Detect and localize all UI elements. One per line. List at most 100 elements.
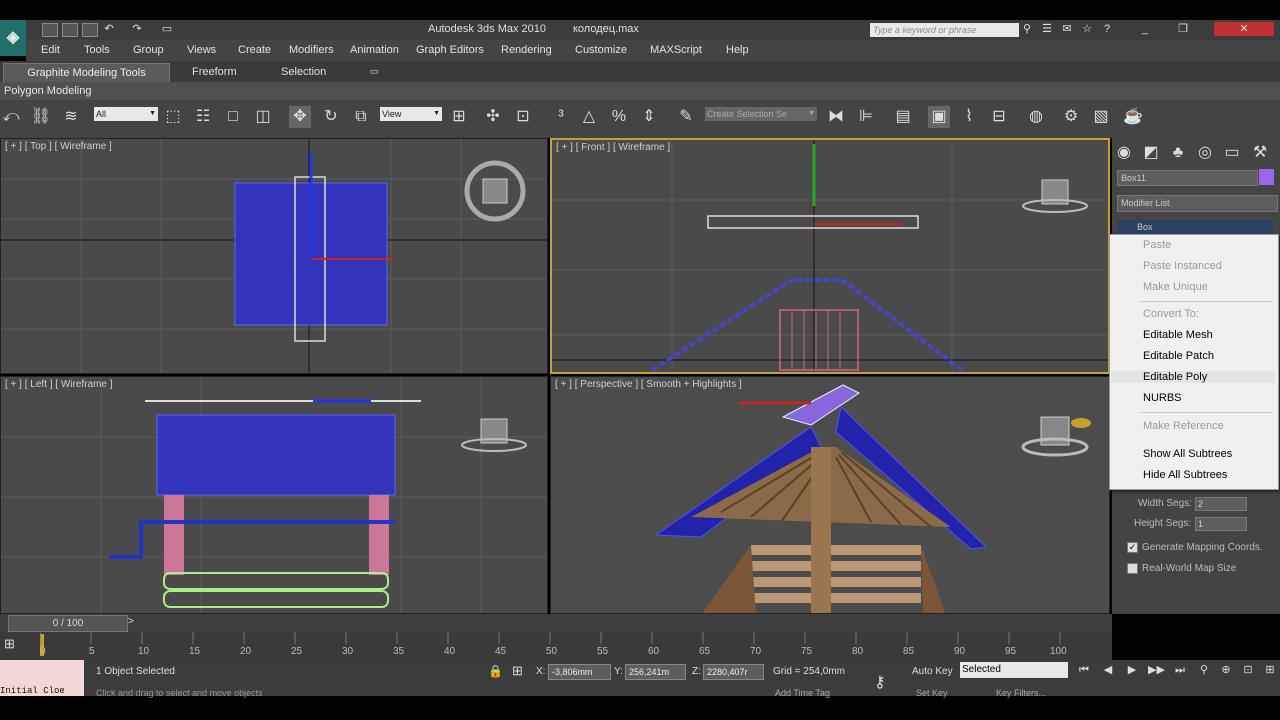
search-input[interactable]: Type a keyword or phrase (870, 23, 1019, 37)
subscription-icon[interactable]: ☰ (1040, 22, 1054, 36)
modifier-list-dropdown[interactable]: Modifier List (1117, 195, 1278, 212)
next-frame-playback-icon[interactable]: ▶▶ (1148, 663, 1165, 677)
viewport-label-left[interactable]: [ + ] [ Left ] [ Wireframe ] (5, 379, 113, 390)
add-time-tag-button[interactable]: Add Time Tag (775, 688, 830, 698)
motion-panel-icon[interactable]: ◎ (1195, 143, 1215, 163)
time-slider[interactable] (0, 614, 1112, 632)
reference-coordinate-dropdown[interactable]: View (380, 107, 442, 121)
go-to-start-icon[interactable]: ⏮ (1076, 663, 1092, 677)
menu-tools[interactable]: Tools (84, 44, 110, 56)
viewport-label-perspective[interactable]: [ + ] [ Perspective ] [ Smooth + Highlig… (555, 379, 742, 390)
layer-manager-icon[interactable]: ▤ (892, 106, 914, 128)
project-folder-icon[interactable]: ▭ (160, 22, 174, 36)
hierarchy-panel-icon[interactable]: ♣ (1168, 143, 1188, 163)
object-name-field[interactable]: Box11 (1117, 170, 1258, 186)
save-file-icon[interactable] (82, 23, 98, 37)
menu-modifiers[interactable]: Modifiers (289, 44, 334, 56)
named-selection-dropdown[interactable]: Create Selection Se (705, 107, 817, 121)
menu-rendering[interactable]: Rendering (501, 44, 552, 56)
material-editor-icon[interactable]: ◍ (1025, 106, 1047, 128)
generate-mapping-checkbox[interactable]: ✓ (1127, 542, 1138, 553)
time-slider-thumb[interactable]: 0 / 100 (8, 615, 128, 632)
viewport-front[interactable]: [ + ] [ Front ] [ Wireframe ] (550, 138, 1110, 374)
menu-views[interactable]: Views (187, 44, 216, 56)
menu-help[interactable]: Help (726, 44, 749, 56)
percent-snap-icon[interactable]: % (608, 106, 630, 128)
selection-filter-dropdown[interactable]: All (94, 107, 158, 121)
auto-key-button[interactable]: Auto Key (912, 666, 953, 677)
mini-curve-editor-icon[interactable]: ⊞ (4, 636, 15, 652)
next-frame-icon[interactable]: > (128, 616, 134, 627)
width-segs-spinner[interactable]: 2 (1195, 497, 1247, 511)
viewport-top[interactable]: [ + ] [ Top ] [ Wireframe ] (0, 138, 548, 374)
pivot-center-icon[interactable]: ⊞ (448, 106, 470, 128)
search-icon[interactable]: ⚲ (1020, 22, 1034, 36)
select-manipulate-icon[interactable]: ✣ (482, 106, 504, 128)
selection-lock-icon[interactable]: 🔒 (488, 664, 503, 678)
spinner-snap-icon[interactable]: ⇕ (638, 106, 660, 128)
viewport-perspective[interactable]: [ + ] [ Perspective ] [ Smooth + Highlig… (550, 376, 1110, 614)
link-icon[interactable]: ⛓ (30, 106, 52, 128)
modify-panel-icon[interactable]: ◩ (1141, 143, 1161, 163)
go-to-end-icon[interactable]: ⏭ (1172, 663, 1188, 677)
zoom-extents-icon[interactable]: ⊡ (1240, 663, 1256, 677)
zoom-extents-all-icon[interactable]: ⊞ (1262, 663, 1278, 677)
snaps-toggle-icon[interactable]: ³ (550, 106, 572, 128)
mirror-icon[interactable]: ⧓ (825, 106, 847, 128)
set-key-icon[interactable]: ⚷ (874, 672, 886, 692)
menu-customize[interactable]: Customize (575, 44, 627, 56)
menu-item-make-reference[interactable]: Make Reference (1143, 420, 1224, 432)
restore-icon[interactable]: ❐ (1176, 22, 1190, 36)
menu-item-show-all-subtrees[interactable]: Show All Subtrees (1143, 448, 1232, 460)
y-coordinate-field[interactable]: 256,241m (625, 664, 686, 680)
utilities-panel-icon[interactable]: ⚒ (1250, 143, 1270, 163)
menu-maxscript[interactable]: MAXScript (650, 44, 702, 56)
communication-icon[interactable]: ✉ (1060, 22, 1074, 36)
select-by-name-icon[interactable]: ☷ (192, 106, 214, 128)
menu-graph-editors[interactable]: Graph Editors (416, 44, 484, 56)
object-color-swatch[interactable] (1259, 169, 1274, 185)
menu-item-paste-instanced[interactable]: Paste Instanced (1143, 260, 1222, 272)
tab-graphite-modeling-tools[interactable]: Graphite Modeling Tools (3, 63, 170, 83)
help-icon[interactable]: ? (1100, 22, 1114, 36)
menu-item-nurbs[interactable]: NURBS (1143, 392, 1182, 404)
align-icon[interactable]: ⊫ (855, 106, 877, 128)
window-crossing-icon[interactable]: ◫ (252, 106, 274, 128)
close-icon[interactable]: ✕ (1214, 22, 1274, 36)
select-object-icon[interactable]: ⬚ (162, 106, 184, 128)
curve-editor-icon[interactable]: ⌇ (958, 106, 980, 128)
menu-edit[interactable]: Edit (41, 44, 60, 56)
schematic-view-icon[interactable]: ⊟ (988, 106, 1010, 128)
viewport-left[interactable]: [ + ] [ Left ] [ Wireframe ] (0, 376, 548, 614)
favorites-icon[interactable]: ☆ (1080, 22, 1094, 36)
key-filters-button[interactable]: Key Filters... (996, 688, 1046, 698)
ribbon-minimize-icon[interactable]: ▭ (370, 66, 379, 77)
zoom-icon[interactable]: ⚲ (1196, 663, 1212, 677)
select-scale-icon[interactable]: ⧉ (350, 106, 372, 128)
graphite-toggle-icon[interactable]: ▣ (928, 106, 950, 128)
menu-item-make-unique[interactable]: Make Unique (1143, 281, 1208, 293)
menu-item-paste[interactable]: Paste (1143, 239, 1171, 251)
height-segs-spinner[interactable]: 1 (1195, 517, 1247, 531)
play-icon[interactable]: ▶ (1124, 663, 1140, 677)
menu-create[interactable]: Create (238, 44, 271, 56)
menu-item-hide-all-subtrees[interactable]: Hide All Subtrees (1143, 469, 1227, 481)
x-coordinate-field[interactable]: -3,806mm (548, 664, 611, 680)
panel-polygon-modeling[interactable]: Polygon Modeling (4, 85, 91, 97)
previous-frame-icon[interactable]: ◀ (1100, 663, 1116, 677)
real-world-map-checkbox[interactable] (1127, 563, 1138, 574)
undo-icon[interactable]: ↶ (102, 22, 116, 36)
z-coordinate-field[interactable]: 2280,407r (703, 664, 764, 680)
maxscript-listener-text[interactable]: Initial Cloe (0, 686, 65, 696)
app-menu-button[interactable]: ◈ (0, 20, 26, 56)
menu-animation[interactable]: Animation (350, 44, 399, 56)
minimize-icon[interactable]: _ (1138, 22, 1152, 36)
select-rotate-icon[interactable]: ↻ (320, 106, 342, 128)
viewport-label-front[interactable]: [ + ] [ Front ] [ Wireframe ] (556, 142, 670, 153)
zoom-all-icon[interactable]: ⊕ (1218, 663, 1234, 677)
absolute-mode-icon[interactable]: ⊞ (512, 663, 523, 679)
menu-item-editable-poly[interactable]: Editable Poly (1111, 371, 1275, 383)
rendered-frame-window-icon[interactable]: ▧ (1090, 106, 1112, 128)
new-file-icon[interactable] (42, 23, 58, 37)
keyboard-shortcut-override-icon[interactable]: ⊡ (512, 106, 534, 128)
